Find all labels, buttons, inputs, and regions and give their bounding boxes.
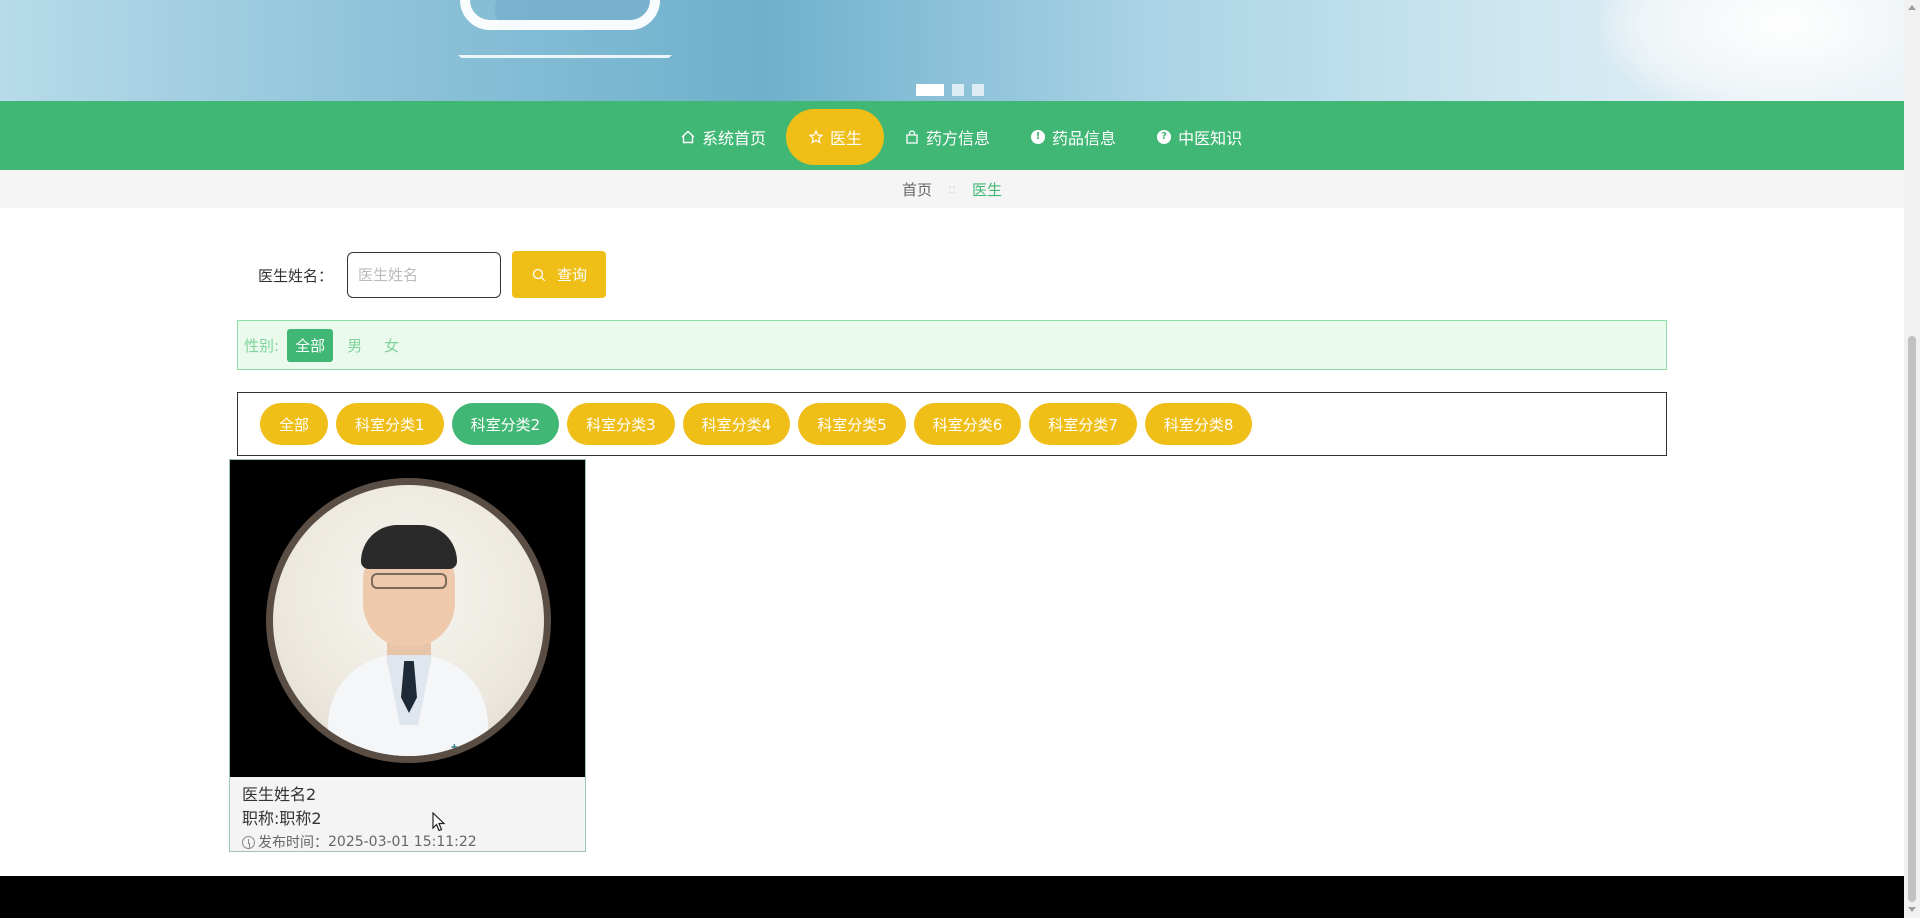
- nav-item-tcm-knowledge[interactable]: ? 中医知识: [1136, 109, 1262, 165]
- gender-filter-label: 性别:: [244, 336, 280, 355]
- category-option-6[interactable]: 科室分类6: [913, 403, 1022, 445]
- breadcrumb-current: 医生: [972, 180, 1003, 199]
- nav-item-home[interactable]: 系统首页: [660, 109, 786, 165]
- vertical-scrollbar[interactable]: [1904, 0, 1920, 918]
- clock-icon: [242, 835, 255, 849]
- nav-label: 药方信息: [926, 129, 991, 148]
- nav-label: 药品信息: [1052, 129, 1117, 148]
- nav-item-prescriptions[interactable]: 药方信息: [884, 109, 1010, 165]
- footer: [0, 876, 1904, 918]
- banner-coat-graphic: [1600, 0, 1904, 101]
- search-label: 医生姓名：: [258, 267, 334, 285]
- doctor-photo[interactable]: ✚: [230, 460, 585, 777]
- home-icon: [680, 129, 696, 145]
- category-option-3[interactable]: 科室分类3: [567, 403, 675, 445]
- publish-time-value: 2025-03-01 15:11:22: [328, 834, 477, 850]
- doctor-portrait: ✚: [273, 485, 544, 756]
- scroll-thumb[interactable]: [1908, 336, 1916, 902]
- carousel-dot-3[interactable]: [972, 84, 984, 96]
- mouse-cursor-icon: [432, 811, 446, 835]
- main-nav: 系统首页 医生 药方信息 ! 药品信息 ? 中医知识: [0, 101, 1904, 170]
- category-option-8[interactable]: 科室分类8: [1144, 403, 1253, 445]
- banner-capsule-graphic: [460, 0, 660, 30]
- nav-label: 系统首页: [702, 129, 767, 148]
- category-filter: 全部 科室分类1 科室分类2 科室分类3 科室分类4 科室分类5 科室分类6 科…: [237, 392, 1667, 456]
- doctor-title: 职称:职称2: [242, 809, 322, 828]
- gender-option-female[interactable]: 女: [376, 329, 407, 362]
- search-icon: [531, 267, 547, 283]
- category-option-1[interactable]: 科室分类1: [336, 403, 444, 445]
- bag-icon: [904, 129, 920, 145]
- category-option-4[interactable]: 科室分类4: [682, 403, 791, 445]
- doctor-card[interactable]: ✚ 医生姓名2 职称:职称2 发布时间： 2025-03-01 15:11:22: [229, 459, 586, 852]
- carousel-dot-2[interactable]: [952, 84, 964, 96]
- doctor-name-input[interactable]: [347, 252, 501, 298]
- nav-list: 系统首页 医生 药方信息 ! 药品信息 ? 中医知识: [660, 109, 1262, 165]
- carousel-dot-1[interactable]: [916, 84, 944, 96]
- doctor-name: 医生姓名2: [242, 785, 317, 804]
- category-option-7[interactable]: 科室分类7: [1029, 403, 1137, 445]
- nav-label: 医生: [830, 129, 863, 148]
- page: 系统首页 医生 药方信息 ! 药品信息 ? 中医知识 首页:: 医生 医生姓名…: [0, 0, 1920, 918]
- scroll-down-arrow-icon[interactable]: [1908, 907, 1916, 912]
- star-icon: [808, 129, 824, 145]
- nav-item-doctor[interactable]: 医生: [786, 109, 885, 165]
- publish-time-label: 发布时间：: [258, 835, 328, 851]
- breadcrumb-home[interactable]: 首页: [902, 179, 932, 200]
- nav-item-medicines[interactable]: ! 药品信息: [1010, 109, 1136, 165]
- exclamation-circle-icon: !: [1030, 129, 1046, 145]
- banner-carousel[interactable]: [0, 0, 1904, 101]
- breadcrumb-separator: ::: [947, 182, 957, 196]
- category-option-5[interactable]: 科室分类5: [798, 403, 906, 445]
- hospital-logo-icon: ✚: [451, 743, 458, 752]
- search-button-label: 查询: [556, 266, 587, 284]
- nav-label: 中医知识: [1178, 129, 1243, 148]
- carousel-indicators: [916, 84, 984, 96]
- gender-option-male[interactable]: 男: [339, 329, 370, 362]
- category-option-2[interactable]: 科室分类2: [451, 403, 560, 445]
- breadcrumb: 首页 :: 医生: [0, 170, 1904, 208]
- publish-time: 发布时间： 2025-03-01 15:11:22: [242, 832, 477, 852]
- scroll-up-arrow-icon[interactable]: [1908, 5, 1916, 10]
- category-option-all[interactable]: 全部: [260, 403, 329, 445]
- question-circle-icon: ?: [1156, 129, 1172, 145]
- gender-option-all[interactable]: 全部: [287, 328, 334, 362]
- gender-filter: 性别: 全部 男 女: [237, 320, 1667, 370]
- search-button[interactable]: 查询: [512, 251, 606, 298]
